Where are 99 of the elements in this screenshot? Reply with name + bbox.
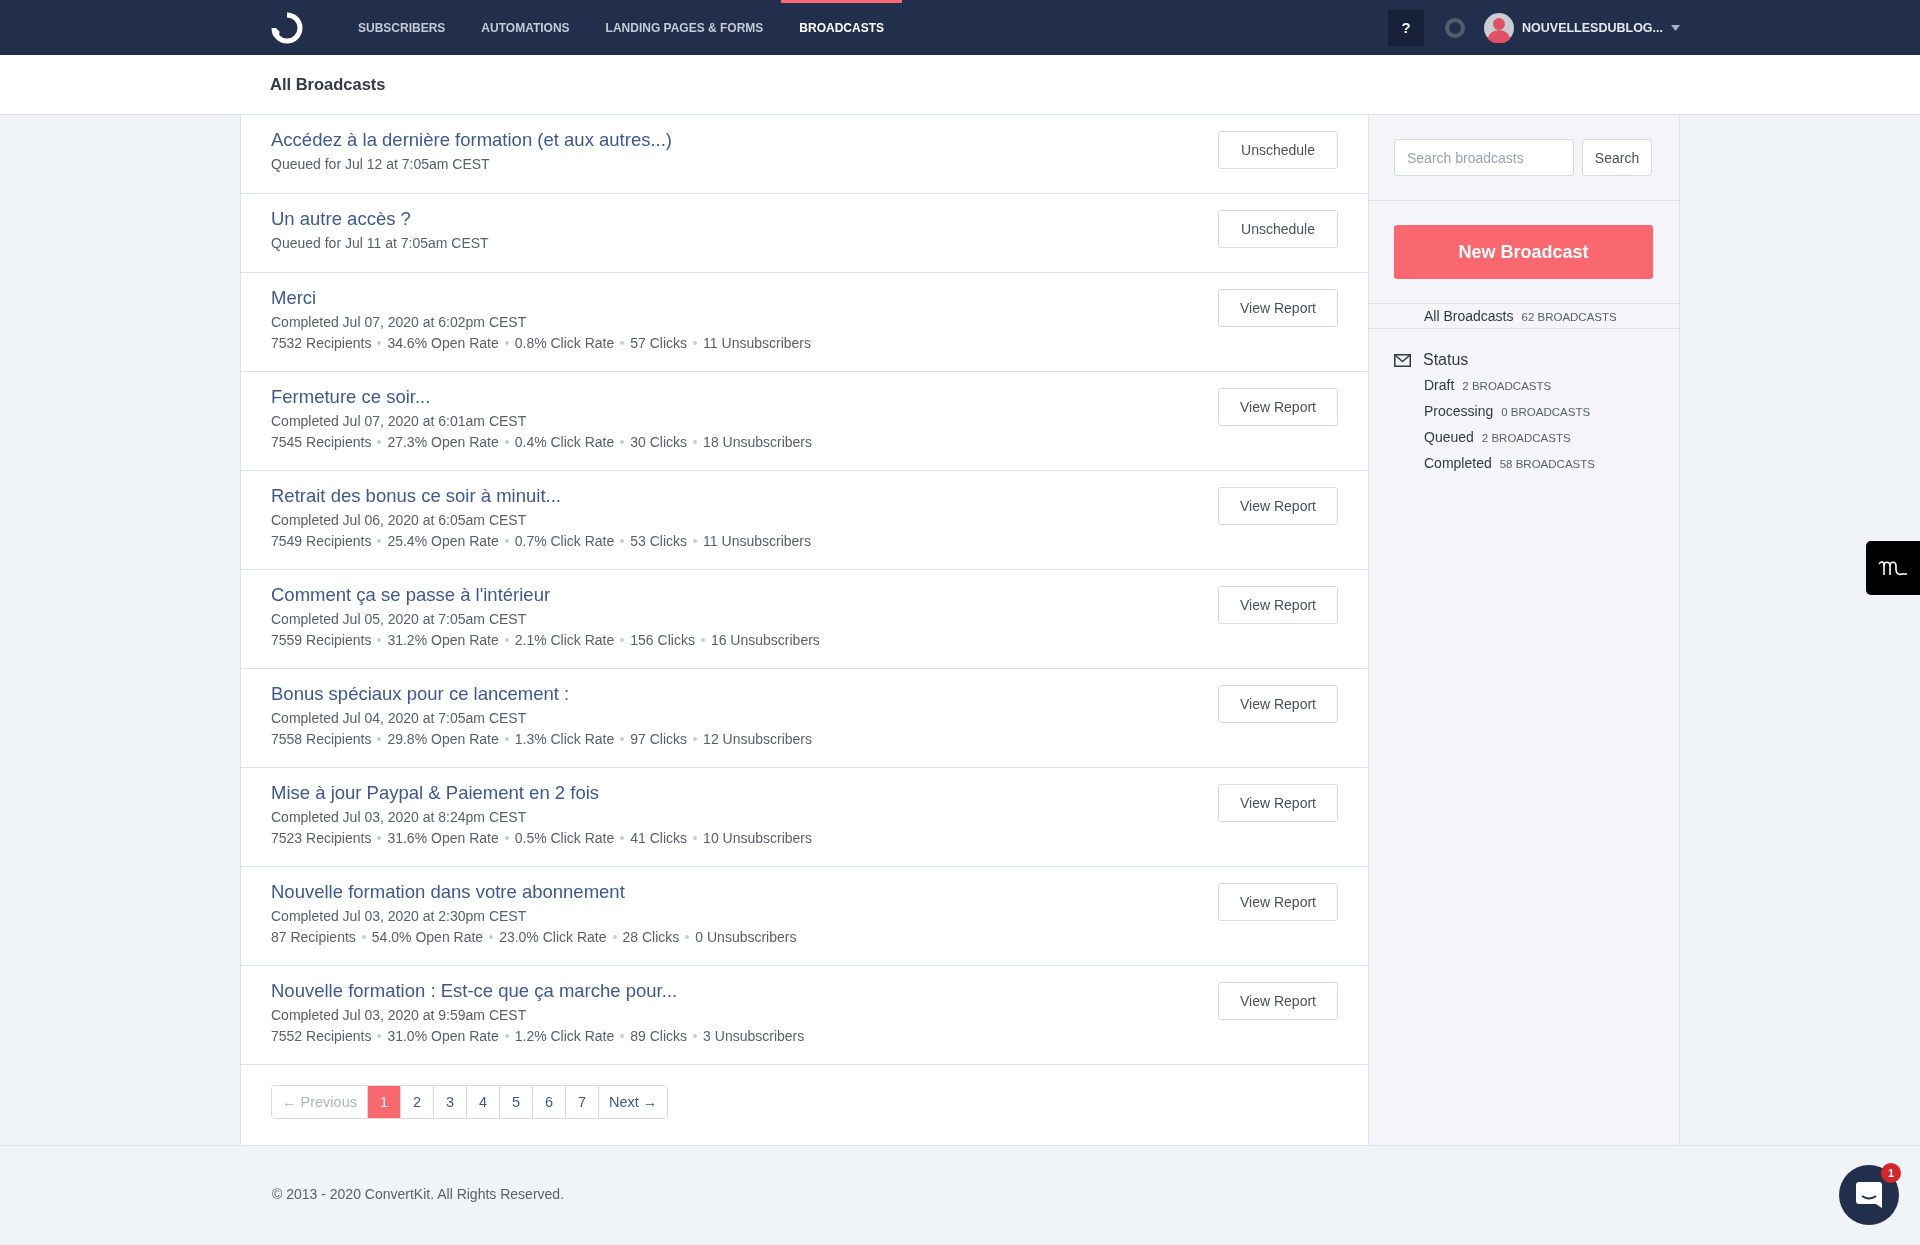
broadcast-stat: 87 Recipients [271,929,356,945]
broadcast-status: Completed Jul 04, 2020 at 7:05am CEST [271,710,528,726]
broadcast-status: Completed Jul 05, 2020 at 7:05am CEST [271,611,528,627]
filter-count: 0 BROADCASTS [1501,406,1591,418]
broadcast-action-button[interactable]: View Report [1218,586,1338,624]
broadcast-title-link[interactable]: Accédez à la dernière formation (et aux autres...) [271,129,673,151]
squiggle-icon [1877,558,1909,578]
broadcast-stat: 54.0% Open Rate [371,929,484,945]
broadcast-stat: 7545 Recipients [271,434,372,450]
broadcast-stat: 11 Unsubscribers [703,335,811,351]
broadcast-stat: 25.4% Open Rate [387,533,499,549]
broadcast-stat: 31.6% Open Rate [387,830,499,846]
caret-icon [1671,24,1680,31]
nav-tab[interactable]: SUBSCRIBERS [340,0,464,55]
envelope-icon [1394,353,1411,367]
broadcast-stat: 1.2% Click Rate [514,1028,615,1044]
broadcast-title-link[interactable]: Merci [271,287,811,309]
broadcast-action-button[interactable]: Unschedule [1218,210,1338,248]
broadcast-stat: 7558 Recipients [271,731,372,747]
broadcast-stat: 3 Unsubscribers [703,1028,805,1044]
notification-badge: 1 [1881,1163,1901,1183]
broadcast-stat: 10 Unsubscribers [703,830,813,846]
broadcast-stat: 31.0% Open Rate [387,1028,499,1044]
filter-link[interactable]: Draft [1424,377,1455,393]
broadcast-status: Completed Jul 07, 2020 at 6:02pm CEST [271,314,528,330]
broadcast-title-link[interactable]: Nouvelle formation dans votre abonnement [271,881,797,903]
broadcast-stat: 7532 Recipients [271,335,372,351]
broadcast-stat: 41 Clicks [630,830,688,846]
filter-link[interactable]: Completed [1424,455,1492,471]
broadcast-action-button[interactable]: View Report [1218,883,1338,921]
broadcast-action-button[interactable]: View Report [1218,685,1338,723]
broadcast-stat: 30 Clicks [630,434,688,450]
chat-button[interactable] [1839,1165,1899,1225]
broadcast-action-button[interactable]: View Report [1218,289,1338,327]
broadcast-stat: 7523 Recipients [271,830,372,846]
broadcast-stat: 31.2% Open Rate [387,632,499,648]
broadcast-action-button[interactable]: View Report [1218,784,1338,822]
filter-link[interactable]: Queued [1424,429,1474,445]
filter-count: 2 BROADCASTS [1462,380,1552,392]
broadcast-stat: 57 Clicks [630,335,688,351]
broadcast-stat: 29.8% Open Rate [387,731,499,747]
filter-count: 58 BROADCASTS [1499,458,1595,470]
broadcast-status: Queued for Jul 12 at 7:05am CEST [271,156,491,172]
broadcast-title-link[interactable]: Nouvelle formation : Est-ce que ça marche pour... [271,980,805,1002]
broadcast-stat: 1.3% Click Rate [514,731,615,747]
broadcast-stat: 0 Unsubscribers [695,929,797,945]
filter-link[interactable]: All Broadcasts [1424,308,1514,324]
broadcast-action-button[interactable]: View Report [1218,487,1338,525]
broadcast-status: Queued for Jul 11 at 7:05am CEST [271,235,489,251]
broadcast-stat: 7549 Recipients [271,533,372,549]
broadcast-title-link[interactable]: Retrait des bonus ce soir à minuit... [271,485,811,507]
broadcast-action-button[interactable]: View Report [1218,388,1338,426]
broadcast-stat: 0.4% Click Rate [514,434,615,450]
broadcast-stat: 27.3% Open Rate [387,434,499,450]
broadcast-stat: 53 Clicks [630,533,688,549]
logo-icon[interactable] [270,10,304,45]
page-title: All Broadcasts [270,75,386,94]
chat-bubble-icon [1854,1180,1884,1210]
account-menu[interactable]: NOUVELLESDUBLOG... [1484,12,1680,43]
copyright-text: © 2013 - 2020 ConvertKit. All Rights Reserved. [272,1186,565,1202]
nav-tab[interactable]: AUTOMATIONS [463,0,588,55]
broadcast-stat: 89 Clicks [630,1028,688,1044]
broadcast-status: Completed Jul 07, 2020 at 6:01am CEST [271,413,528,429]
broadcast-status: Completed Jul 06, 2020 at 6:05am CEST [271,512,528,528]
broadcast-stat: 7552 Recipients [271,1028,372,1044]
broadcast-stat: 156 Clicks [630,632,695,648]
broadcast-stat: 7559 Recipients [271,632,372,648]
nav-tab[interactable]: LANDING PAGES & FORMS [587,0,782,55]
broadcast-stat: 0.5% Click Rate [514,830,615,846]
filter-count: 62 BROADCASTS [1521,311,1617,323]
status-heading: Status [1423,351,1469,369]
broadcast-status: Completed Jul 03, 2020 at 2:30pm CEST [271,908,528,924]
broadcast-stat: 34.6% Open Rate [387,335,499,351]
broadcast-title-link[interactable]: Bonus spéciaux pour ce lancement : [271,683,813,705]
help-button[interactable]: ? [1388,9,1424,46]
broadcast-title-link[interactable]: Comment ça se passe à l'intérieur [271,584,820,606]
broadcast-title-link[interactable]: Un autre accès ? [271,208,489,230]
search-button[interactable]: Search [1582,139,1652,176]
broadcast-stat: 0.7% Click Rate [514,533,615,549]
broadcast-title-link[interactable]: Mise à jour Paypal & Paiement en 2 fois [271,782,813,804]
broadcast-status: Completed Jul 03, 2020 at 9:59am CEST [271,1007,528,1023]
broadcast-stat: 28 Clicks [622,929,680,945]
broadcast-stat: 2.1% Click Rate [514,632,615,648]
broadcast-title-link[interactable]: Fermeture ce soir... [271,386,813,408]
broadcast-stat: 0.8% Click Rate [514,335,615,351]
broadcast-status: Completed Jul 03, 2020 at 8:24pm CEST [271,809,528,825]
side-widget-button[interactable] [1866,541,1920,595]
broadcast-stat: 12 Unsubscribers [703,731,813,747]
broadcast-action-button[interactable]: View Report [1218,982,1338,1020]
search-field[interactable]: Search broadcasts [1394,139,1574,176]
broadcast-stat: 16 Unsubscribers [710,632,820,648]
broadcast-action-button[interactable]: Unschedule [1218,131,1338,169]
avatar-icon [1484,12,1514,43]
broadcast-stat: 97 Clicks [630,731,688,747]
broadcast-stat: 11 Unsubscribers [703,533,811,549]
filter-link[interactable]: Processing [1424,403,1494,419]
broadcast-stat: 23.0% Click Rate [499,929,607,945]
filter-count: 2 BROADCASTS [1481,432,1571,444]
broadcast-stat: 18 Unsubscribers [703,434,813,450]
